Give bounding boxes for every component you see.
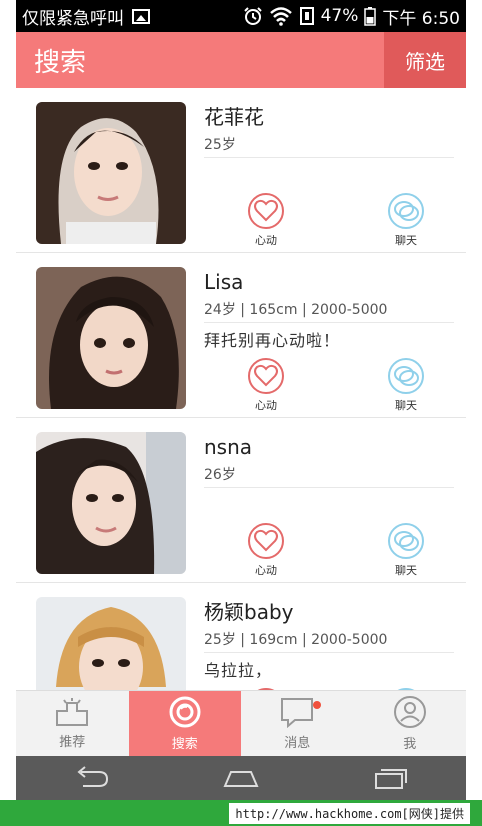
watermark-bar: http://www.hackhome.com[网侠]提供 — [0, 800, 482, 826]
like-label: 心动 — [255, 564, 277, 577]
heart-icon — [248, 193, 284, 229]
profile-info: Lisa 24岁 | 165cm | 2000-5000 拜托别再心动啦！ — [204, 267, 454, 355]
chat-icon — [388, 358, 424, 394]
profile-actions: 心动 聊天 — [236, 522, 436, 578]
profile-name: Lisa — [204, 270, 244, 294]
chat-icon — [388, 523, 424, 559]
home-icon[interactable] — [221, 766, 261, 790]
nav-search[interactable]: 搜索 — [128, 691, 241, 756]
profile-bio: 乌拉拉， — [204, 661, 273, 680]
profile-meta: 26岁 — [204, 462, 454, 488]
status-right: 47% 下午 6:50 — [243, 4, 460, 29]
frame-right — [466, 0, 482, 800]
filter-button[interactable]: 筛选 — [384, 32, 466, 88]
profile-photo[interactable] — [36, 432, 186, 574]
nav-label: 消息 — [284, 736, 311, 751]
back-icon[interactable] — [71, 766, 111, 790]
chat-icon — [388, 193, 424, 229]
profile-info: nsna 26岁 — [204, 432, 454, 520]
profile-card[interactable]: 杨颖baby 25岁 | 169cm | 2000-5000 乌拉拉， 心动 聊… — [16, 583, 466, 690]
profile-name: 杨颖baby — [204, 600, 294, 624]
recommend-icon — [56, 698, 89, 726]
profile-photo[interactable] — [36, 597, 186, 690]
message-icon — [281, 698, 314, 728]
profile-icon — [393, 696, 426, 728]
wifi-icon — [269, 7, 292, 26]
chat-label: 聊天 — [395, 234, 417, 247]
profile-bio — [204, 492, 454, 520]
chat-label: 聊天 — [395, 564, 417, 577]
profile-actions: 心动 聊天 — [236, 192, 436, 248]
profile-card[interactable]: nsna 26岁 心动 聊天 — [16, 418, 466, 583]
carrier-text: 仅限紧急呼叫 — [22, 8, 124, 29]
profile-photo[interactable] — [36, 102, 186, 244]
page-title: 搜索 — [34, 47, 87, 78]
nav-recommend[interactable]: 推荐 — [16, 691, 129, 756]
status-bar: 仅限紧急呼叫 47% 下午 6:50 — [16, 0, 466, 32]
profile-info: 杨颖baby 25岁 | 169cm | 2000-5000 乌拉拉， — [204, 597, 454, 685]
like-button[interactable]: 心动 — [236, 192, 296, 248]
like-button[interactable]: 心动 — [236, 522, 296, 578]
frame-left — [0, 0, 16, 800]
profile-photo[interactable] — [36, 267, 186, 409]
chat-button[interactable]: 聊天 — [376, 357, 436, 413]
battery-icon — [364, 7, 377, 26]
like-label: 心动 — [255, 399, 277, 412]
image-notification-icon — [132, 8, 150, 24]
nav-label: 搜索 — [171, 737, 198, 752]
like-label: 心动 — [255, 234, 277, 247]
nav-messages[interactable]: 消息 — [241, 691, 354, 756]
profile-bio: 拜托别再心动啦！ — [204, 331, 341, 350]
profile-bio — [204, 162, 454, 190]
profile-name: nsna — [204, 435, 253, 459]
profile-list[interactable]: 花菲花 25岁 心动 聊天 Lisa 24岁 | 165cm | 2000-50… — [16, 88, 466, 690]
chat-label: 聊天 — [395, 399, 417, 412]
profile-meta: 25岁 — [204, 132, 454, 158]
recent-apps-icon[interactable] — [371, 766, 411, 790]
chat-button[interactable]: 聊天 — [376, 192, 436, 248]
app-header: 搜索 筛选 — [16, 32, 466, 88]
nav-label: 我 — [403, 737, 417, 752]
profile-actions: 心动 聊天 — [236, 357, 436, 413]
profile-card[interactable]: Lisa 24岁 | 165cm | 2000-5000 拜托别再心动啦！ 心动… — [16, 253, 466, 418]
clock-text: 下午 6:50 — [382, 8, 460, 29]
nav-label: 推荐 — [59, 735, 86, 750]
unread-dot — [313, 701, 321, 709]
nav-me[interactable]: 我 — [354, 691, 467, 756]
profile-card[interactable]: 花菲花 25岁 心动 聊天 — [16, 88, 466, 253]
profile-name: 花菲花 — [204, 105, 264, 129]
search-icon — [169, 696, 201, 728]
chat-button[interactable]: 聊天 — [376, 522, 436, 578]
profile-meta: 25岁 | 169cm | 2000-5000 — [204, 627, 454, 653]
heart-icon — [248, 358, 284, 394]
watermark-text: http://www.hackhome.com[网侠]提供 — [229, 802, 470, 824]
sim-icon — [299, 7, 314, 25]
bottom-nav: 推荐 搜索 消息 我 — [16, 690, 466, 756]
battery-percent: 47% — [320, 6, 359, 26]
profile-meta: 24岁 | 165cm | 2000-5000 — [204, 297, 454, 323]
profile-info: 花菲花 25岁 — [204, 102, 454, 190]
like-button[interactable]: 心动 — [236, 357, 296, 413]
alarm-icon — [243, 7, 262, 25]
system-nav-bar — [16, 756, 466, 800]
heart-icon — [248, 523, 284, 559]
